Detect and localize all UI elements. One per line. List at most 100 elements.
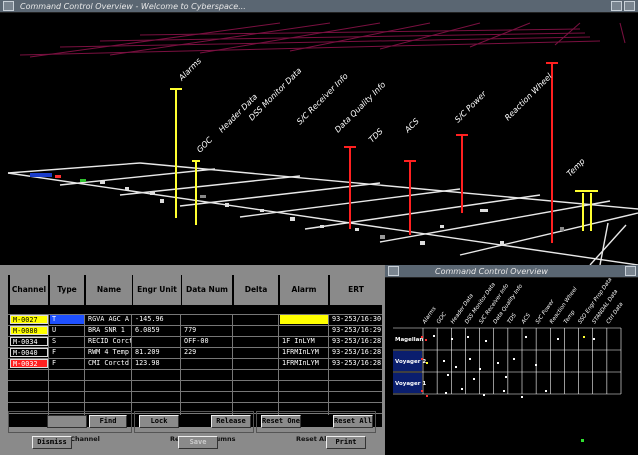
column-header-channel[interactable]: Channel: [10, 275, 48, 305]
cell-dn: 779: [184, 326, 197, 334]
table-row[interactable]: M-0040 F RWM 4 Temp 281.209 229 1FRMInLYM 93-…: [8, 348, 382, 358]
pole-data-quality[interactable]: [344, 146, 356, 229]
table-row[interactable]: M-0034 S RECID Corctd OFF-00 1F InLYM 93-253/…: [8, 337, 382, 347]
cell-dn: [182, 381, 232, 390]
main-window-titlebar[interactable]: Command Control Overview - Welcome to Cy…: [0, 0, 638, 13]
table-row[interactable]: [8, 381, 382, 391]
scene-label-tds: TDS: [367, 127, 385, 145]
mini-maximize-icon[interactable]: [625, 266, 636, 276]
find-button[interactable]: Find: [89, 415, 127, 428]
cell-engr: [133, 381, 181, 390]
channel-table: Channel Type Name Engr Unit Data Num Delta Ala…: [8, 275, 382, 427]
channel-search-input[interactable]: [47, 415, 87, 428]
reset-alarm-group: Reset One Reset All: [256, 411, 376, 433]
mini-row-label-magellan[interactable]: Magellan: [395, 337, 423, 343]
scene-label-data-quality-info: Data Quality Info: [333, 80, 387, 134]
minimize-icon[interactable]: [611, 1, 622, 11]
cell-delta: [234, 326, 278, 335]
cell-dn: [182, 370, 232, 379]
mini-spacecraft-rows: MagellanVoyager 2Voyager 1: [393, 329, 426, 393]
pole-tds[interactable]: [404, 160, 416, 235]
row-divider: [8, 358, 382, 359]
row-divider: [8, 380, 382, 381]
cell-type: [50, 381, 84, 390]
reset-one-button[interactable]: Reset One: [261, 415, 301, 428]
cell-alarm: [280, 370, 328, 379]
pole-reaction-wheel[interactable]: [546, 62, 558, 243]
mini-window-menu-icon[interactable]: [388, 266, 399, 276]
cell-type: F: [52, 348, 57, 356]
cell-ert: [330, 370, 382, 379]
cell-alarm: 1FRMInLYM: [282, 359, 319, 367]
column-header-name[interactable]: Name: [86, 275, 132, 305]
scene-label-s-c-power: S/C Power: [453, 89, 488, 124]
cell-alarm: [280, 392, 328, 401]
table-row[interactable]: M-0080 U BRA SNR 1 6.0859 779 93-253/16:29:0: [8, 326, 382, 336]
mini-column-labels: AlarmsGOC Header DataDSS Monitor DataS/C …: [421, 278, 625, 326]
cell-channel: M-0080: [10, 326, 48, 335]
cell-name: RWM 4 Temp 2: [88, 348, 132, 356]
table-row[interactable]: M-0027T RGVA AGC A -145.96 93-253/16:30:0: [8, 315, 382, 325]
save-button[interactable]: Save: [178, 436, 218, 449]
cell-dn: OFF-00: [184, 337, 209, 345]
mini-col-goc: GOC: [436, 311, 448, 325]
cell-engr: 123.98: [135, 359, 160, 367]
column-header-ert[interactable]: ERT: [330, 275, 382, 305]
cell-name: RECID Corctd: [88, 337, 132, 345]
cell-delta: [234, 370, 278, 379]
cell-channel: [10, 392, 48, 401]
column-header-delta[interactable]: Delta: [234, 275, 278, 305]
cell-type: S: [52, 337, 57, 345]
cell-engr: 6.0859: [135, 326, 160, 334]
cell-alarm: [280, 315, 328, 324]
cell-channel: M-0027: [10, 315, 48, 324]
scene-label-acs: ACS: [402, 117, 421, 136]
column-divider: [328, 315, 329, 415]
lock-button[interactable]: Lock: [139, 415, 179, 428]
cell-delta: [234, 337, 278, 346]
cell-alarm: [280, 326, 328, 335]
ceiling-grid: [19, 22, 626, 58]
release-button[interactable]: Release: [211, 415, 251, 428]
table-row[interactable]: [8, 370, 382, 380]
row-divider: [8, 347, 382, 348]
cell-name: [86, 381, 132, 390]
reset-all-button[interactable]: Reset All: [333, 415, 373, 428]
mini-col-temp: Temp: [563, 309, 577, 325]
print-button[interactable]: Print: [326, 436, 366, 449]
column-header-type[interactable]: Type: [50, 275, 84, 305]
column-divider: [131, 315, 132, 415]
mini-grid: [393, 327, 622, 395]
mini-overview-window[interactable]: Command Control Overview Alarms GOC Header…: [384, 265, 638, 455]
cyberspace-3d-view[interactable]: Alarms GOC Header Data DSS Monitor Data S/C …: [0, 13, 638, 266]
table-row[interactable]: [8, 392, 382, 402]
window-menu-icon[interactable]: [3, 1, 14, 11]
column-header-alarm-value[interactable]: Alarm Value: [280, 275, 328, 324]
scene-label-alarms: Alarms: [176, 56, 203, 83]
column-header-engr-unit[interactable]: Engr Unit: [133, 275, 181, 305]
floor-grid: [7, 162, 638, 266]
scene-label-temp: Temp: [565, 157, 587, 179]
table-row[interactable]: M-0032 F CMI Corctd 123.98 1FRMInLYM 93-253/1…: [8, 359, 382, 369]
column-divider: [84, 315, 85, 415]
cell-channel: [10, 370, 48, 379]
cell-name: RGVA AGC A: [88, 315, 129, 323]
cell-type: U: [52, 326, 57, 334]
column-header-data-num[interactable]: Data Num: [182, 275, 232, 305]
maximize-icon[interactable]: [624, 1, 635, 11]
cell-name: BRA SNR 1: [88, 326, 125, 334]
cell-engr: -145.96: [135, 315, 164, 323]
dismiss-button[interactable]: Dismiss: [32, 436, 72, 449]
cell-channel: M-0032: [10, 359, 48, 368]
mini-overview-canvas: AlarmsGOC Header DataDSS Monitor DataS/C …: [393, 278, 625, 442]
row-divider: [8, 314, 382, 315]
mini-row-label-voyager-1[interactable]: Voyager 1: [395, 381, 426, 387]
cell-dn: [182, 315, 232, 324]
cell-alarm: [280, 381, 328, 390]
cell-name: CMI Corctd: [88, 359, 129, 367]
pole-sc-power[interactable]: [456, 134, 468, 213]
scene-canvas: AlarmsGOCHeader DataDSS Monitor DataS/C …: [7, 22, 638, 266]
mini-window-titlebar[interactable]: Command Control Overview: [385, 265, 638, 278]
cell-name: [86, 392, 132, 401]
column-divider: [232, 315, 233, 415]
